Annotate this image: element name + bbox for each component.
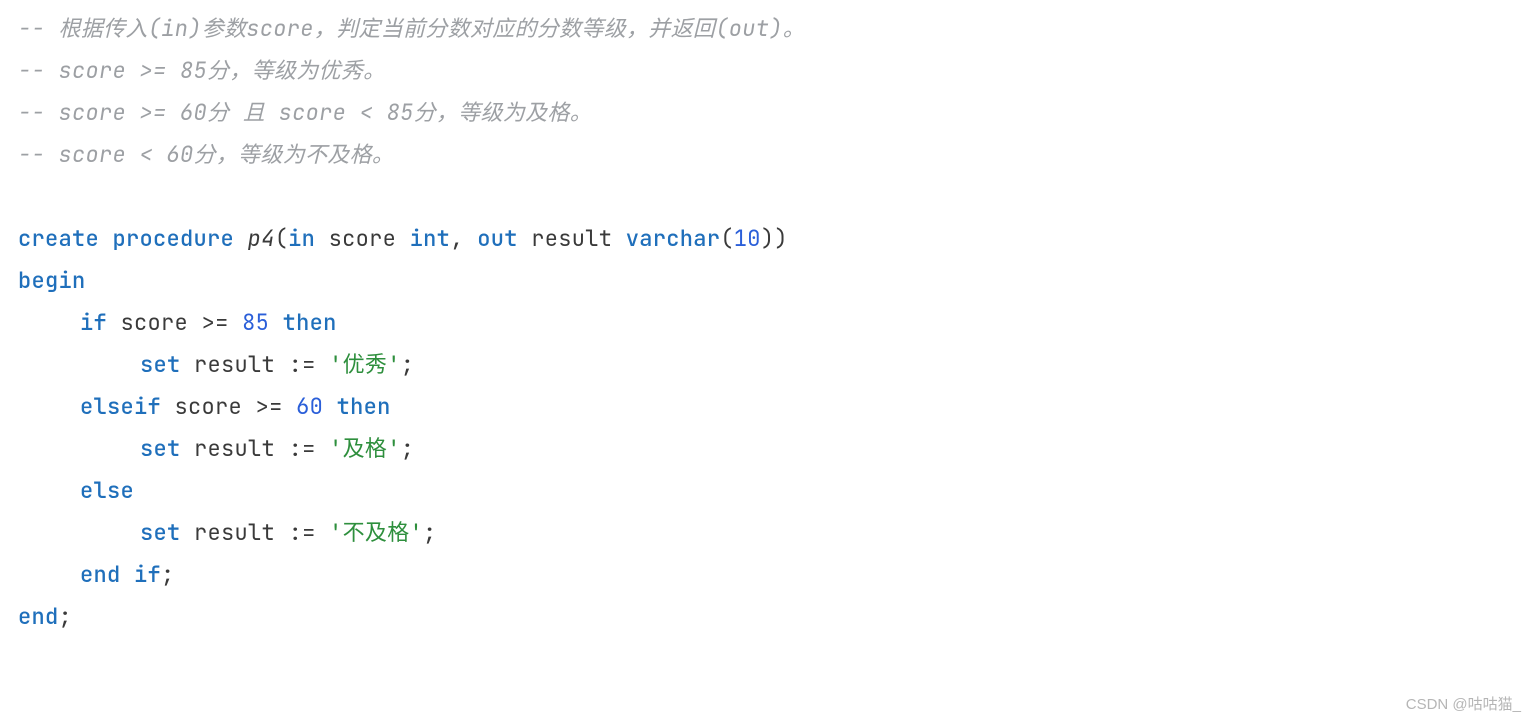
create-procedure-line: create procedure p4(in score int, out re…: [8, 218, 1535, 260]
comment-text: -- 根据传入(in)参数score，判定当前分数对应的分数等级，并返回(out…: [18, 14, 805, 43]
kw-then: then: [283, 308, 337, 337]
comment-text: -- score >= 60分 且 score < 85分，等级为及格。: [18, 98, 592, 127]
blank-line: [8, 176, 1535, 218]
kw-end2: end: [18, 602, 59, 631]
op-assign2: :=: [289, 434, 316, 463]
comment-line-3: -- score >= 60分 且 score < 85分，等级为及格。: [8, 92, 1535, 134]
rparen2: ): [774, 224, 788, 253]
kw-varchar: varchar: [626, 224, 721, 253]
kw-then2: then: [337, 392, 391, 421]
num-60: 60: [296, 392, 323, 421]
end-line: end;: [8, 596, 1535, 638]
set-excellent-line: set result := '优秀';: [8, 344, 1535, 386]
str-pass: '及格': [329, 434, 401, 463]
id-result3: result: [194, 518, 275, 547]
kw-end: end: [80, 560, 121, 589]
else-line: else: [8, 470, 1535, 512]
kw-set: set: [140, 350, 181, 379]
endif-line: end if;: [8, 554, 1535, 596]
param-score: score: [329, 224, 397, 253]
kw-set3: set: [140, 518, 181, 547]
kw-procedure: procedure: [113, 224, 235, 253]
semicolon: ;: [401, 350, 415, 379]
rparen: ): [761, 224, 775, 253]
id-result2: result: [194, 434, 275, 463]
str-excellent: '优秀': [329, 350, 401, 379]
kw-else: else: [80, 476, 134, 505]
kw-create: create: [18, 224, 99, 253]
semicolon3: ;: [423, 518, 437, 547]
comment-text: -- score < 60分，等级为不及格。: [18, 140, 394, 169]
semicolon5: ;: [59, 602, 73, 631]
id-result: result: [194, 350, 275, 379]
comment-line-1: -- 根据传入(in)参数score，判定当前分数对应的分数等级，并返回(out…: [8, 8, 1535, 50]
if-line: if score >= 85 then: [8, 302, 1535, 344]
begin-line: begin: [8, 260, 1535, 302]
op-gte2: >=: [256, 392, 283, 421]
str-fail: '不及格': [329, 518, 423, 547]
kw-if2: if: [134, 560, 161, 589]
semicolon4: ;: [161, 560, 175, 589]
num-85: 85: [242, 308, 269, 337]
lparen: (: [275, 224, 289, 253]
kw-out: out: [477, 224, 518, 253]
num-10: 10: [734, 224, 761, 253]
op-gte: >=: [202, 308, 229, 337]
set-pass-line: set result := '及格';: [8, 428, 1535, 470]
kw-if: if: [80, 308, 107, 337]
comma: ,: [450, 224, 464, 253]
comment-text: -- score >= 85分，等级为优秀。: [18, 56, 385, 85]
lparen2: (: [720, 224, 734, 253]
id-score: score: [121, 308, 189, 337]
id-score2: score: [175, 392, 243, 421]
comment-line-4: -- score < 60分，等级为不及格。: [8, 134, 1535, 176]
elseif-line: elseif score >= 60 then: [8, 386, 1535, 428]
comment-line-2: -- score >= 85分，等级为优秀。: [8, 50, 1535, 92]
kw-begin: begin: [18, 266, 86, 295]
kw-set2: set: [140, 434, 181, 463]
semicolon2: ;: [401, 434, 415, 463]
set-fail-line: set result := '不及格';: [8, 512, 1535, 554]
kw-elseif: elseif: [80, 392, 161, 421]
kw-in: in: [288, 224, 315, 253]
proc-name: p4: [248, 224, 275, 253]
op-assign: :=: [289, 350, 316, 379]
param-result: result: [531, 224, 612, 253]
watermark: CSDN @咕咕猫_: [1406, 691, 1521, 720]
op-assign3: :=: [289, 518, 316, 547]
kw-int: int: [410, 224, 451, 253]
